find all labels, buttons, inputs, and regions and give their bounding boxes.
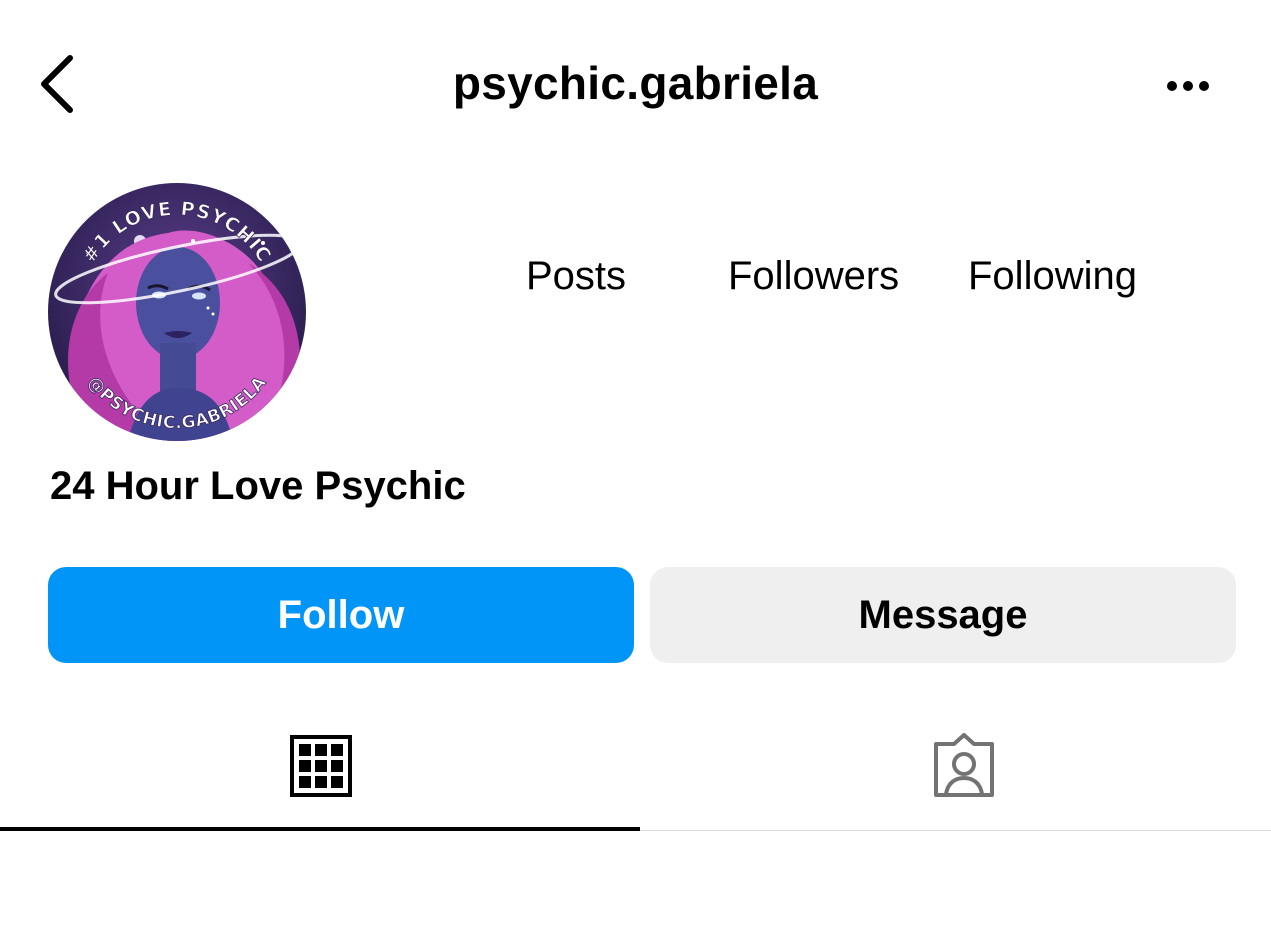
active-tab-indicator	[0, 827, 640, 831]
stat-posts-label: Posts	[526, 254, 627, 298]
tab-divider	[640, 830, 1271, 831]
grid-icon	[290, 735, 352, 797]
follow-button[interactable]: Follow	[48, 567, 634, 663]
page-title: psychic.gabriela	[452, 57, 819, 109]
stat-following[interactable]: Following	[968, 254, 1137, 299]
more-options-button[interactable]	[1158, 66, 1218, 106]
tagged-person-icon	[934, 733, 994, 797]
message-button-label: Message	[858, 592, 1028, 637]
tab-tagged[interactable]	[640, 700, 1271, 830]
follow-button-label: Follow	[277, 592, 405, 637]
stat-following-label: Following	[968, 254, 1137, 298]
message-button[interactable]: Message	[650, 567, 1236, 663]
profile-header: psychic.gabriela	[0, 0, 1271, 170]
profile-tabs	[0, 700, 1271, 832]
stat-followers-label: Followers	[728, 254, 900, 298]
ellipsis-icon	[1167, 81, 1209, 91]
stat-posts[interactable]: Posts	[526, 254, 626, 299]
stat-followers[interactable]: Followers	[728, 254, 899, 299]
profile-name: 24 Hour Love Psychic	[50, 464, 466, 508]
profile-stats: Posts Followers Following	[0, 254, 1271, 314]
tab-posts-grid[interactable]	[0, 700, 640, 830]
